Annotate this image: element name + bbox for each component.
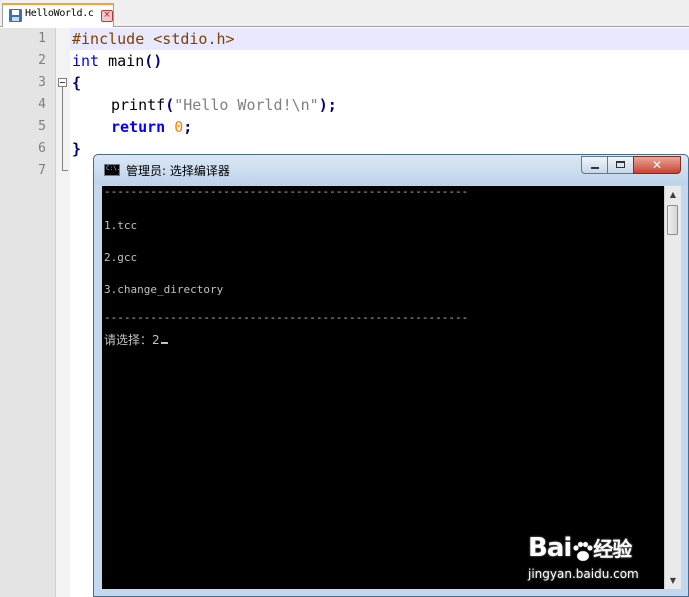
console-title: 管理员: 选择编译器 — [126, 164, 230, 178]
code-line-1: #include <stdio.h> — [72, 28, 235, 50]
maximize-button[interactable] — [607, 156, 634, 174]
scroll-up-icon[interactable]: ▲ — [665, 186, 681, 203]
open-paren: ( — [165, 96, 175, 114]
return-keyword: return — [111, 118, 166, 136]
printf-call: printf — [111, 96, 166, 114]
console-prompt: 请选择：2 — [104, 333, 160, 347]
string-literal: "Hello World!\n" — [174, 96, 319, 114]
line-number-gutter: 1 2 3 4 5 6 7 — [0, 28, 56, 597]
semicolon: ; — [183, 118, 193, 136]
close-paren: ); — [318, 96, 337, 114]
function-name: main — [99, 52, 145, 70]
console-app-icon[interactable]: C:\. — [104, 164, 120, 176]
console-scrollbar[interactable]: ▲ ▼ — [664, 186, 681, 589]
paw-icon — [573, 541, 594, 561]
console-output[interactable]: ----------------------------------------… — [102, 185, 664, 589]
tab-filename: HelloWorld.c — [25, 8, 94, 19]
number-literal: 0 — [174, 118, 184, 136]
line-number: 3 — [38, 75, 46, 90]
save-icon — [9, 9, 22, 22]
fold-margin — [56, 28, 70, 597]
option-change-directory: 3.change_directory — [104, 283, 224, 296]
console-titlebar[interactable]: C:\. 管理员: 选择编译器 ✕ — [94, 155, 688, 185]
option-gcc: 2.gcc — [104, 251, 138, 264]
open-brace: { — [72, 74, 82, 92]
type-keyword: int — [72, 52, 100, 70]
fold-guide-line — [62, 87, 63, 170]
watermark-logo-cn: 经验 — [593, 537, 632, 561]
tab-bar: HelloWorld.c × — [0, 0, 689, 27]
close-icon: ✕ — [651, 158, 663, 172]
line-number: 5 — [38, 119, 46, 134]
fold-guide-end — [62, 170, 68, 171]
console-prompt-line: 请选择：2 — [104, 331, 168, 348]
scroll-thumb[interactable] — [667, 205, 678, 235]
code-line-2: int main() — [72, 50, 162, 72]
separator-bottom: ----------------------------------------… — [104, 311, 469, 324]
line-number: 7 — [38, 163, 46, 178]
text-cursor — [160, 342, 168, 344]
line-number: 2 — [38, 53, 46, 68]
console-icon-text: C:\. — [106, 165, 121, 172]
watermark-logo-text: Bai — [528, 533, 572, 563]
line-number: 4 — [38, 97, 46, 112]
code-line-4: printf("Hello World!\n"); — [111, 94, 337, 116]
parens: () — [144, 52, 163, 70]
watermark-url: jingyan.baidu.com — [528, 567, 639, 581]
console-window[interactable]: C:\. 管理员: 选择编译器 ✕ ----------------------… — [93, 154, 689, 597]
option-tcc: 1.tcc — [104, 219, 138, 232]
code-line-3: { — [72, 72, 81, 94]
code-line-6: } — [72, 138, 81, 160]
tab-helloworld[interactable]: HelloWorld.c × — [2, 3, 114, 27]
close-tab-icon[interactable]: × — [101, 10, 113, 22]
line-number: 1 — [38, 31, 46, 46]
code-line-5: return 0; — [111, 116, 192, 138]
baidu-watermark: Bai 经验 jingyan.baidu.com — [528, 533, 639, 581]
close-button[interactable]: ✕ — [633, 156, 681, 174]
close-brace: } — [72, 140, 82, 158]
line-number: 6 — [38, 141, 46, 156]
minimize-button[interactable] — [581, 156, 608, 174]
scroll-down-icon[interactable]: ▼ — [665, 572, 681, 589]
separator-top: ----------------------------------------… — [104, 185, 469, 198]
fold-collapse-icon[interactable] — [58, 78, 67, 87]
preprocessor-directive: #include <stdio.h> — [72, 30, 235, 48]
